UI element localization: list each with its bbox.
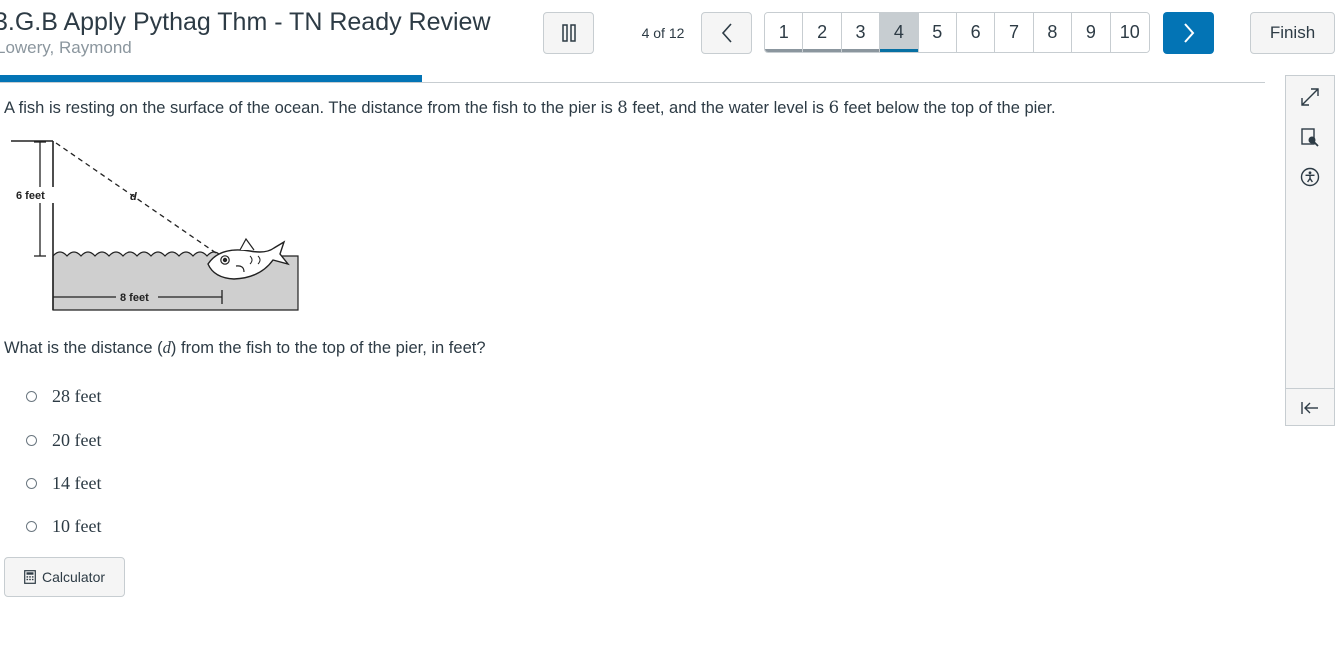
answer-label: 10 feet [52, 516, 102, 536]
page-button-1[interactable]: 1 [765, 13, 804, 52]
answer-radio[interactable] [26, 478, 37, 489]
next-question-button[interactable] [1163, 12, 1214, 54]
collapse-left-icon [1301, 402, 1318, 414]
calculator-button[interactable]: Calculator [4, 557, 125, 597]
lookup-icon [1301, 128, 1319, 147]
answer-option[interactable]: 20 feet [26, 430, 101, 451]
chevron-left-icon [721, 23, 732, 43]
height-value: 6 [828, 98, 840, 117]
pause-button[interactable] [543, 12, 594, 54]
page-button-8[interactable]: 8 [1033, 13, 1073, 52]
page-button-9[interactable]: 9 [1072, 13, 1111, 52]
page-button-3[interactable]: 3 [841, 13, 881, 52]
answer-radio[interactable] [26, 391, 37, 402]
answer-option[interactable]: 10 feet [26, 516, 101, 537]
distance-label: 8 feet [120, 292, 149, 304]
hypotenuse-label: d [130, 191, 137, 203]
page-button-5[interactable]: 5 [918, 13, 957, 52]
answer-option[interactable]: 28 feet [26, 386, 101, 407]
distance-value: 8 [617, 98, 628, 117]
answer-radio[interactable] [26, 521, 37, 532]
chevron-right-icon [1183, 23, 1194, 43]
collapse-panel-button[interactable] [1286, 393, 1334, 423]
expand-button[interactable] [1286, 82, 1334, 112]
question-stem-part: A fish is resting on the surface of the … [4, 99, 618, 117]
height-label: 6 feet [16, 190, 45, 202]
question-stem-part: feet, and the water level is [627, 99, 829, 117]
student-name: Lowery, Raymond [0, 38, 132, 57]
progress-track [0, 82, 1265, 83]
question-prompt: What is the distance (d) from the fish t… [4, 338, 486, 358]
question-page-navigator: 1 2 3 4 5 6 7 8 9 10 [764, 12, 1150, 53]
panel-divider [1286, 388, 1334, 389]
question-prompt-part: ) from the fish to the top of the pier, … [170, 339, 486, 357]
page-button-6[interactable]: 6 [956, 13, 996, 52]
page-button-7[interactable]: 7 [995, 13, 1034, 52]
question-position: 4 of 12 [641, 25, 685, 41]
question-prompt-part: What is the distance ( [4, 339, 163, 357]
question-stem: A fish is resting on the surface of the … [4, 98, 1056, 118]
tool-panel [1285, 75, 1335, 426]
answer-option[interactable]: 14 feet [26, 473, 101, 494]
expand-icon [1301, 88, 1319, 106]
pier-fish-diagram: 6 feet d 8 feet [11, 140, 299, 311]
page-button-4[interactable]: 4 [880, 13, 919, 52]
progress-fill [0, 75, 422, 82]
pause-icon [561, 24, 576, 42]
finish-button[interactable]: Finish [1250, 12, 1335, 54]
page-button-10[interactable]: 10 [1110, 13, 1149, 52]
lookup-button[interactable] [1286, 122, 1334, 152]
accessibility-icon [1300, 167, 1320, 187]
previous-question-button[interactable] [701, 12, 752, 54]
page-button-2[interactable]: 2 [803, 13, 842, 52]
answer-label: 28 feet [52, 386, 102, 406]
answer-label: 14 feet [52, 473, 102, 493]
accessibility-button[interactable] [1286, 162, 1334, 192]
calculator-icon [24, 570, 36, 584]
answer-radio[interactable] [26, 435, 37, 446]
variable-d: d [162, 338, 171, 357]
answer-label: 20 feet [52, 430, 102, 450]
quiz-title: 3.G.B Apply Pythag Thm - TN Ready Review [0, 8, 491, 36]
question-stem-part: feet below the top of the pier. [839, 99, 1056, 117]
calculator-label: Calculator [41, 569, 106, 585]
